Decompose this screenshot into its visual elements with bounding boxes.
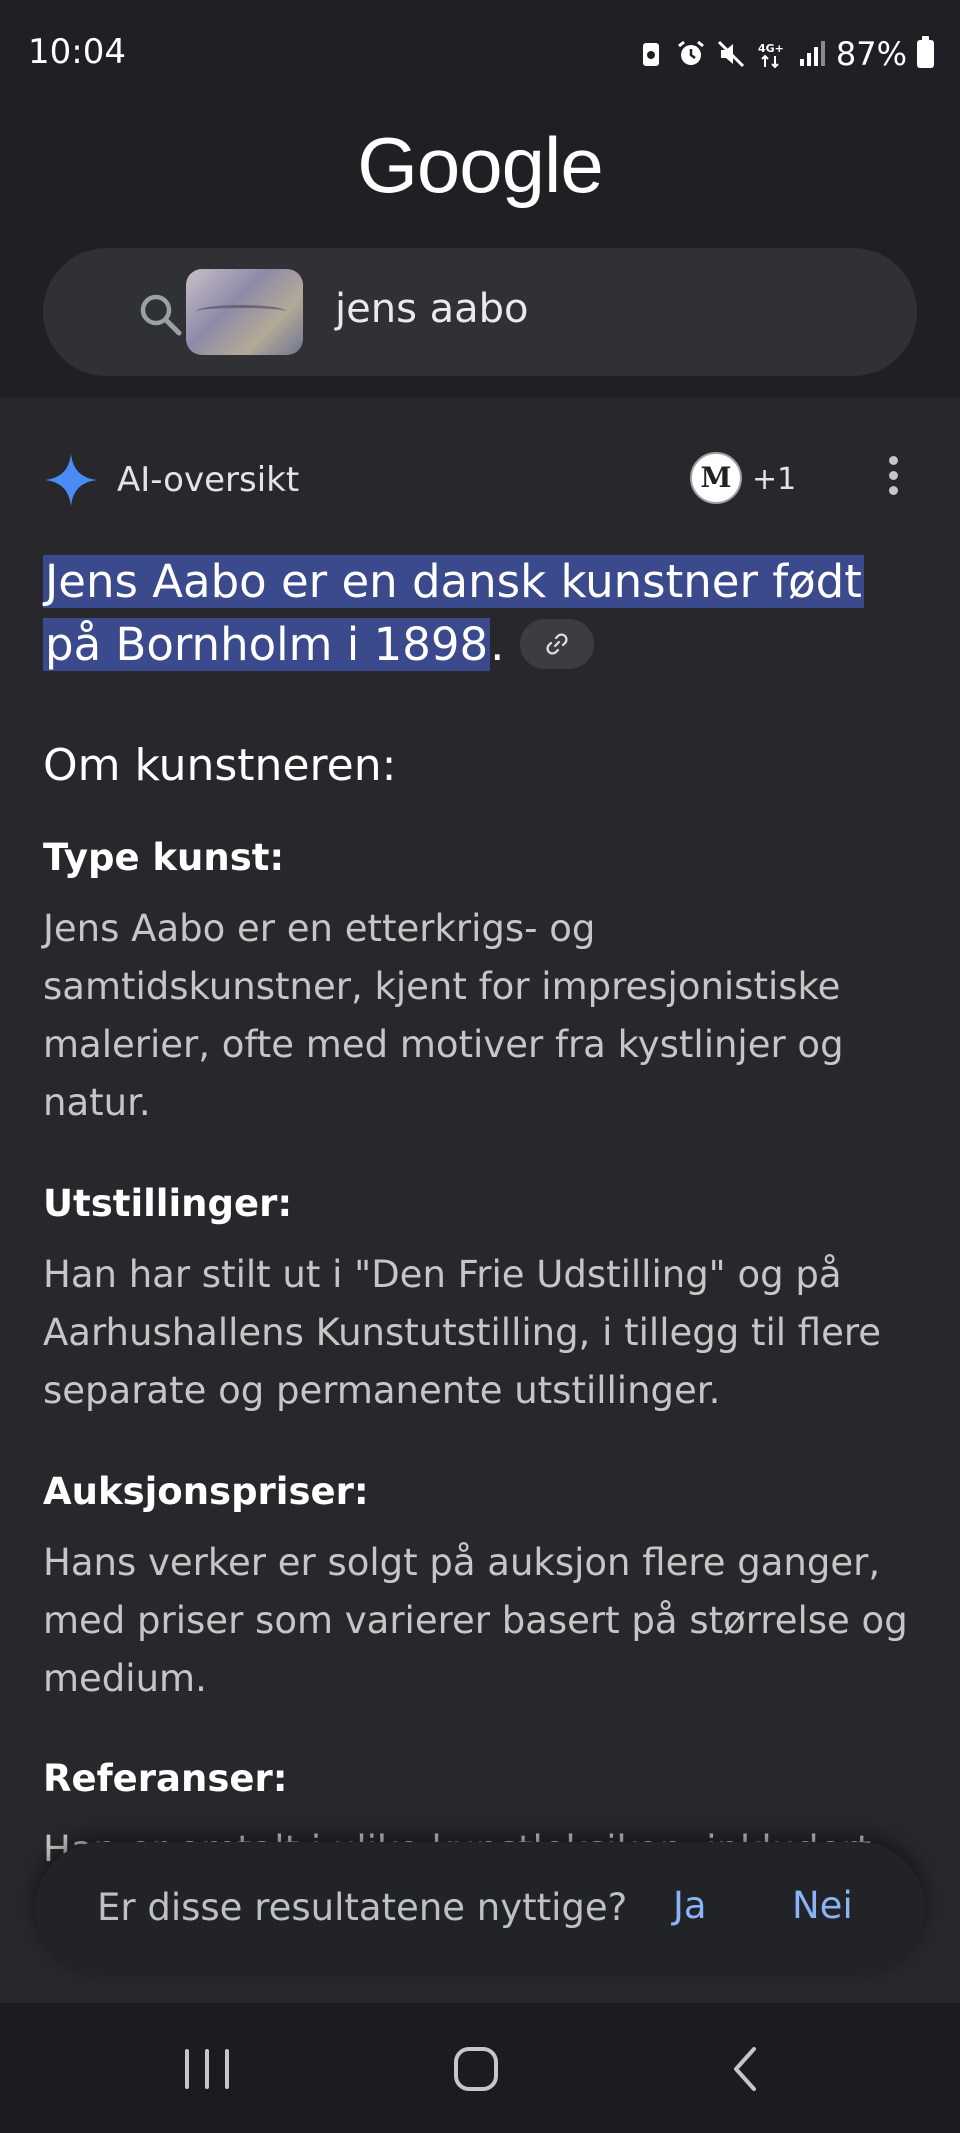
- home-icon[interactable]: [446, 2039, 506, 2099]
- recent-apps-icon[interactable]: [177, 2039, 237, 2099]
- mute-icon: [717, 40, 744, 68]
- image-query-thumbnail[interactable]: [186, 269, 303, 355]
- references-heading: Referanser:: [43, 1757, 288, 1800]
- exhibitions-heading: Utstillinger:: [43, 1182, 293, 1225]
- type-text: Jens Aabo er en etterkrigs- og samtidsku…: [43, 907, 844, 1124]
- type-heading: Type kunst:: [43, 836, 285, 879]
- summary-highlight-line1: Jens Aabo er en dansk kunstner født: [43, 555, 864, 608]
- summary-highlight-line2: på Bornholm i 1898: [43, 618, 491, 671]
- alarm-icon: [677, 40, 704, 65]
- status-icons: 4G+ 87%: [636, 34, 934, 74]
- back-icon[interactable]: [716, 2039, 776, 2099]
- about-heading: Om kunstneren:: [43, 740, 397, 791]
- system-nav-bar: [0, 2003, 960, 2133]
- battery-icon: [917, 36, 934, 68]
- battery-percent: 87%: [835, 35, 907, 73]
- search-query-text[interactable]: jens aabo: [335, 286, 529, 332]
- search-box[interactable]: jens aabo: [43, 248, 917, 376]
- link-icon: [546, 633, 568, 655]
- feedback-bar: Er disse resultatene nyttige? Ja Nei: [35, 1842, 925, 1974]
- feedback-yes-button[interactable]: Ja: [673, 1884, 707, 1927]
- feedback-question: Er disse resultatene nyttige?: [97, 1886, 628, 1929]
- ai-overview-header: AI-oversikt M +1: [0, 440, 960, 520]
- ai-summary: Jens Aabo er en dansk kunstner født på B…: [43, 550, 923, 676]
- svg-text:4G+: 4G+: [758, 42, 784, 55]
- exhibitions-text: Han har stilt ut i "Den Frie Udstilling"…: [43, 1253, 882, 1412]
- feedback-no-button[interactable]: Nei: [792, 1884, 853, 1927]
- 4g-icon: 4G+: [758, 42, 784, 69]
- search-header: 10:04 4G+ 87% Google jens aabo: [0, 0, 960, 398]
- auction-heading: Auksjonspriser:: [43, 1470, 369, 1513]
- ai-overview-title: AI-oversikt: [117, 460, 300, 500]
- source-extra-count[interactable]: +1: [752, 462, 796, 497]
- ai-sparkle-icon: [45, 454, 97, 506]
- search-icon[interactable]: [135, 289, 185, 339]
- battery-saver-icon: [642, 43, 659, 66]
- status-time: 10:04: [28, 32, 126, 72]
- summary-end: .: [490, 618, 505, 671]
- signal-icon: [799, 41, 825, 66]
- google-logo[interactable]: Google: [0, 120, 960, 211]
- link-chip[interactable]: [520, 619, 595, 669]
- source-avatar[interactable]: M: [690, 452, 742, 504]
- more-options-icon[interactable]: [876, 456, 910, 504]
- status-bar: 10:04 4G+ 87%: [0, 0, 960, 110]
- auction-text: Hans verker er solgt på auksjon flere ga…: [43, 1541, 908, 1700]
